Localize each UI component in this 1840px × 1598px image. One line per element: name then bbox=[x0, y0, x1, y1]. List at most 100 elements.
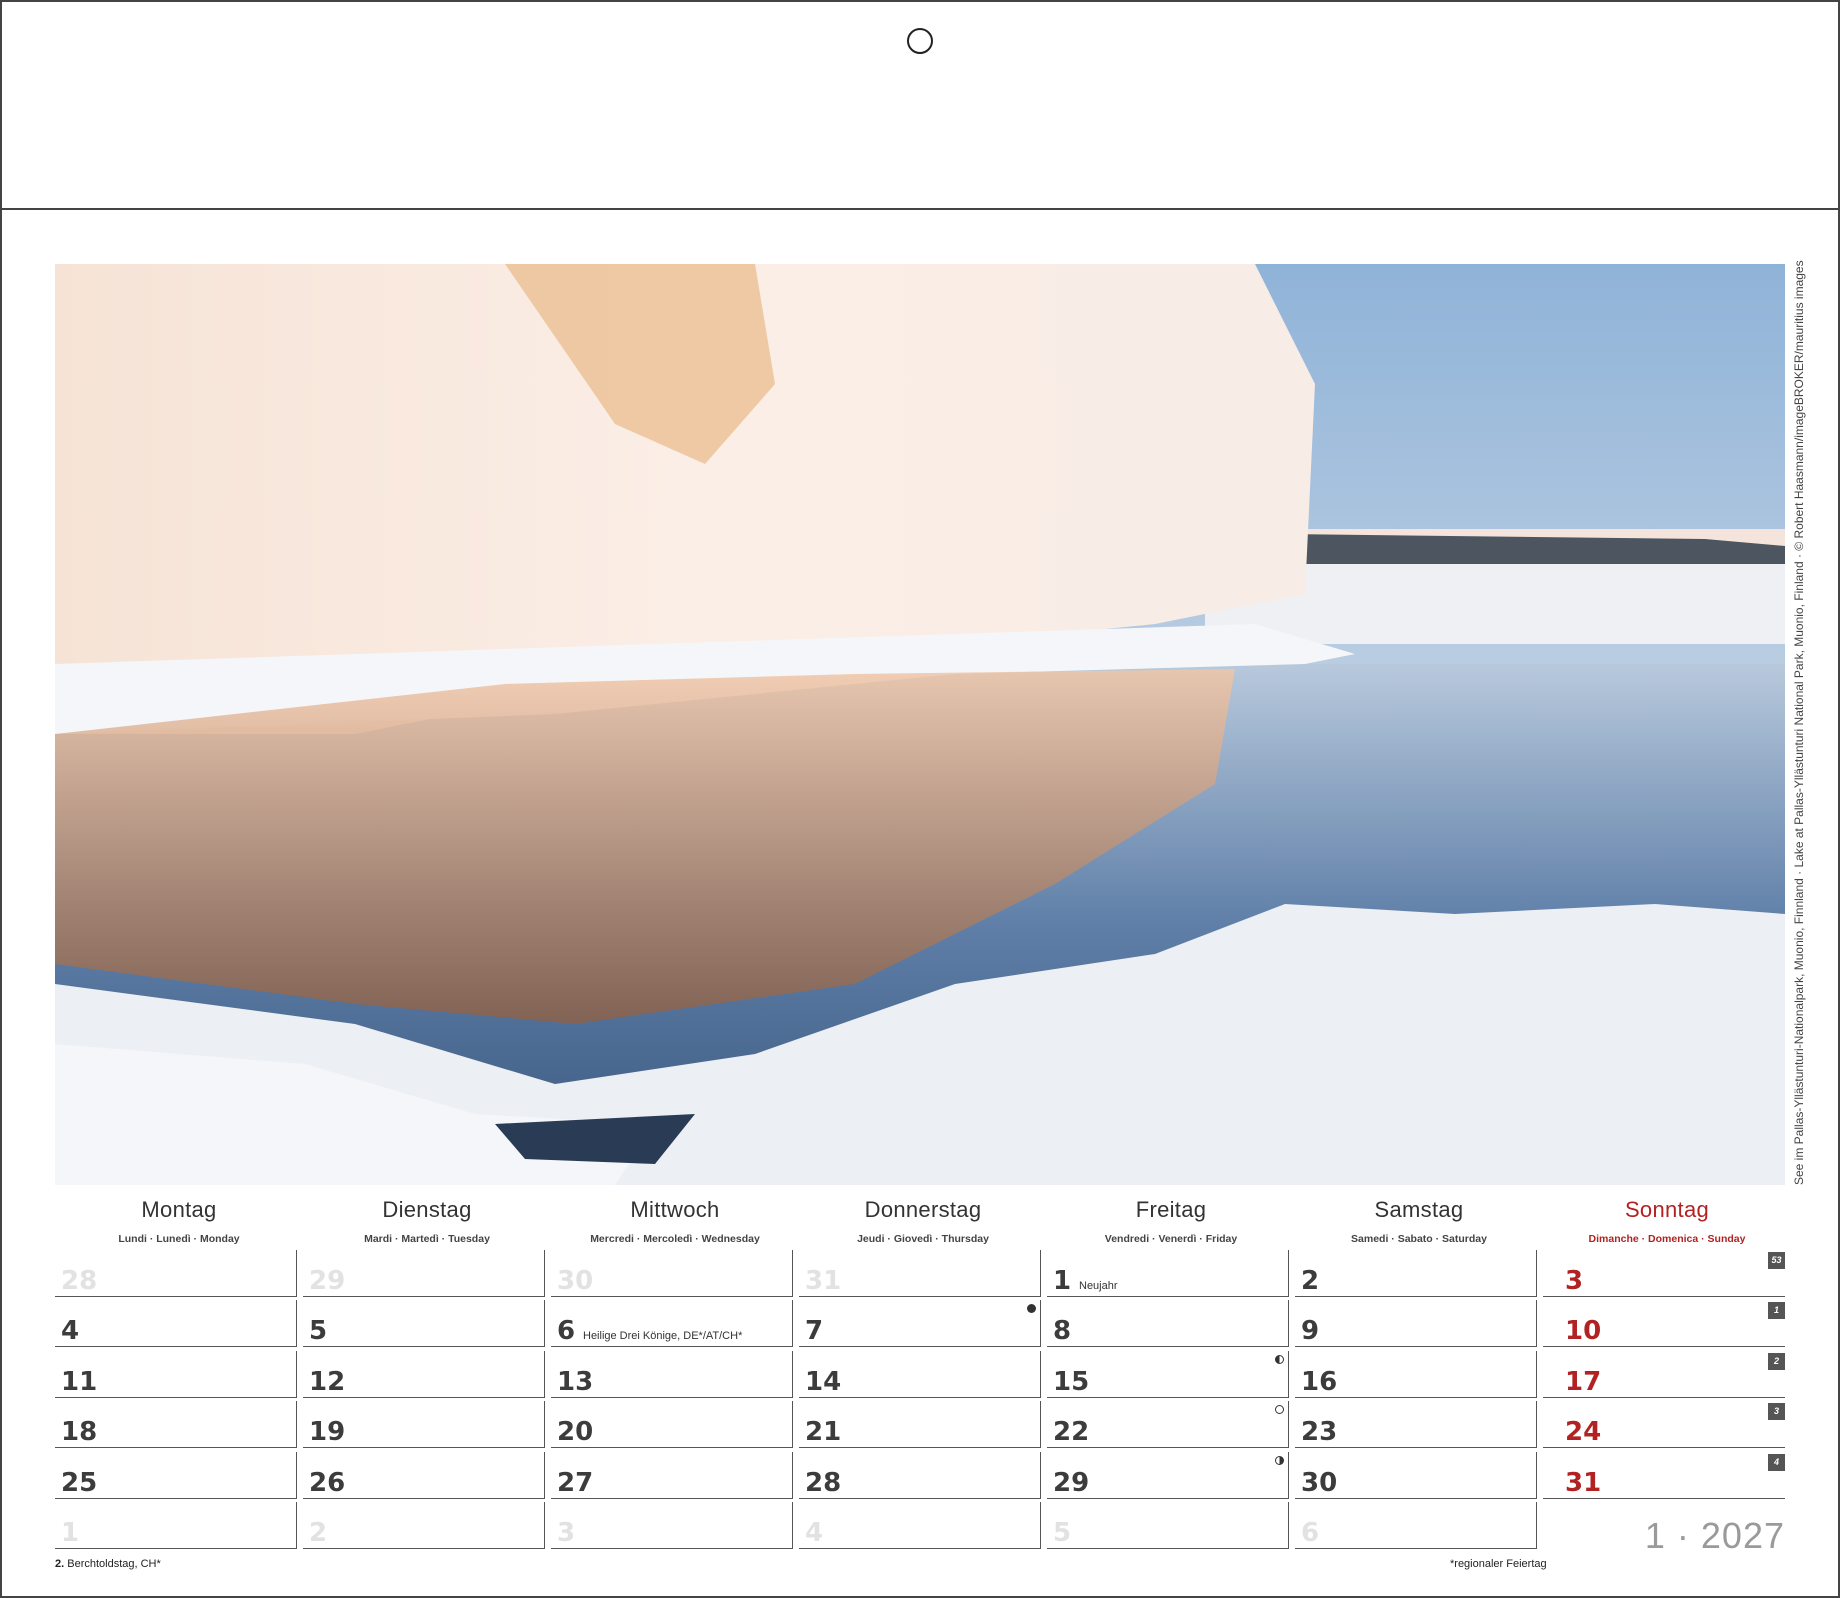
day-number: 31 bbox=[1565, 1468, 1602, 1498]
calendar-day-cell: 7 bbox=[799, 1300, 1041, 1347]
day-number: 9 bbox=[1301, 1316, 1320, 1346]
weekday-translation: Vendredi · Venerdì · Friday bbox=[1104, 1233, 1238, 1245]
month-year-label: 1 · 2027 bbox=[1644, 1515, 1785, 1556]
calendar-day-cell: 23 bbox=[1295, 1401, 1537, 1448]
day-number: 16 bbox=[1301, 1367, 1338, 1397]
day-number: 23 bbox=[1301, 1417, 1338, 1447]
calendar-day-cell: 31 bbox=[799, 1250, 1041, 1297]
weekday-name: Dienstag bbox=[382, 1197, 472, 1222]
calendar-day-cell: 28 bbox=[55, 1250, 297, 1297]
calendar-day-cell: 2 bbox=[303, 1502, 545, 1549]
day-number: 2 bbox=[309, 1518, 328, 1548]
weekday-header-montag: Montag Lundi · Lunedì · Monday bbox=[55, 1197, 303, 1245]
calendar-day-cell: 13 bbox=[551, 1351, 793, 1398]
calendar-day-cell: 18 bbox=[55, 1401, 297, 1448]
calendar-day-cell: 8 bbox=[1047, 1300, 1289, 1347]
footnote-day: 2. bbox=[55, 1558, 65, 1570]
day-number: 22 bbox=[1053, 1417, 1090, 1447]
calendar-day-cell: 5 bbox=[1047, 1502, 1289, 1549]
day-number: 3 bbox=[1565, 1266, 1584, 1296]
day-number: 1 bbox=[1053, 1266, 1072, 1296]
weekday-header-dienstag: Dienstag Mardi · Martedì · Tuesday bbox=[303, 1197, 551, 1245]
calendar-day-cell: 1 bbox=[55, 1502, 297, 1549]
week-number-badge: 4 bbox=[1768, 1454, 1785, 1471]
day-number: 4 bbox=[805, 1518, 824, 1548]
day-number: 24 bbox=[1565, 1417, 1602, 1447]
winter-lake-image bbox=[55, 264, 1785, 1185]
weekday-translation: Lundi · Lunedì · Monday bbox=[118, 1233, 240, 1245]
day-number: 28 bbox=[805, 1468, 842, 1498]
calendar-day-cell: 5 bbox=[303, 1300, 545, 1347]
moon-phase-icon bbox=[1275, 1405, 1284, 1414]
day-number: 8 bbox=[1053, 1316, 1072, 1346]
day-number: 2 bbox=[1301, 1266, 1320, 1296]
day-number: 11 bbox=[61, 1367, 98, 1397]
weekday-header-samstag: Samstag Samedi · Sabato · Saturday bbox=[1295, 1197, 1543, 1245]
weekday-header-donnerstag: Donnerstag Jeudi · Giovedì · Thursday bbox=[799, 1197, 1047, 1245]
day-number: 15 bbox=[1053, 1367, 1090, 1397]
calendar-day-cell: 30 bbox=[551, 1250, 793, 1297]
calendar-day-cell: 22 bbox=[1047, 1401, 1289, 1448]
calendar-day-cell: 27 bbox=[551, 1452, 793, 1499]
day-number: 12 bbox=[309, 1367, 346, 1397]
weekday-name: Mittwoch bbox=[630, 1197, 720, 1222]
moon-phase-icon bbox=[1275, 1355, 1284, 1364]
header-strip bbox=[0, 0, 1840, 210]
day-number: 5 bbox=[1053, 1518, 1072, 1548]
day-number: 13 bbox=[557, 1367, 594, 1397]
footnote-right: *regionaler Feiertag bbox=[1450, 1558, 1547, 1570]
calendar-day-cell: 29 bbox=[303, 1250, 545, 1297]
weekday-translation: Mardi · Martedì · Tuesday bbox=[364, 1233, 490, 1245]
calendar-day-cell: 15 bbox=[1047, 1351, 1289, 1398]
day-number: 29 bbox=[1053, 1468, 1090, 1498]
weekday-translation: Jeudi · Giovedì · Thursday bbox=[857, 1233, 989, 1245]
day-number: 20 bbox=[557, 1417, 594, 1447]
day-number: 10 bbox=[1565, 1316, 1602, 1346]
calendar-day-cell: 12 bbox=[303, 1351, 545, 1398]
weekday-header-mittwoch: Mittwoch Mercredi · Mercoledì · Wednesday bbox=[551, 1197, 799, 1245]
calendar-day-cell: 14 bbox=[799, 1351, 1041, 1398]
day-number: 19 bbox=[309, 1417, 346, 1447]
weekday-translation: Dimanche · Domenica · Sunday bbox=[1588, 1233, 1746, 1245]
weekday-name: Freitag bbox=[1135, 1197, 1207, 1222]
calendar-day-cell: 17 2 bbox=[1543, 1351, 1785, 1398]
day-number: 28 bbox=[61, 1266, 98, 1296]
footnote-text: Berchtoldstag, CH* bbox=[64, 1558, 161, 1570]
weekday-name: Donnerstag bbox=[864, 1197, 982, 1222]
weekday-translation: Samedi · Sabato · Saturday bbox=[1351, 1233, 1487, 1245]
day-number: 30 bbox=[1301, 1468, 1338, 1498]
calendar-day-cell: 9 bbox=[1295, 1300, 1537, 1347]
day-number: 3 bbox=[557, 1518, 576, 1548]
calendar-day-cell: 16 bbox=[1295, 1351, 1537, 1398]
calendar-day-cell: 3 bbox=[551, 1502, 793, 1549]
day-number: 1 bbox=[61, 1518, 80, 1548]
calendar-day-cell: 30 bbox=[1295, 1452, 1537, 1499]
calendar-day-cell: 6 bbox=[1295, 1502, 1537, 1549]
day-number: 4 bbox=[61, 1316, 80, 1346]
calendar-day-cell: 20 bbox=[551, 1401, 793, 1448]
moon-phase-icon bbox=[1027, 1304, 1036, 1313]
calendar-day-cell: 28 bbox=[799, 1452, 1041, 1499]
holiday-label: Heilige Drei Könige, DE*/AT/CH* bbox=[583, 1330, 743, 1342]
day-number: 18 bbox=[61, 1417, 98, 1447]
calendar-day-cell: 4 bbox=[55, 1300, 297, 1347]
photo-credit: See im Pallas-Yllästunturi-Nationalpark,… bbox=[1792, 260, 1806, 1185]
weekday-name: Samstag bbox=[1374, 1197, 1464, 1222]
moon-phase-icon bbox=[1275, 1456, 1284, 1465]
calendar-day-cell: 19 bbox=[303, 1401, 545, 1448]
day-number: 25 bbox=[61, 1468, 98, 1498]
week-number-badge: 3 bbox=[1768, 1403, 1785, 1420]
day-number: 30 bbox=[557, 1266, 594, 1296]
weekday-name: Montag bbox=[141, 1197, 217, 1222]
day-number: 26 bbox=[309, 1468, 346, 1498]
day-number: 17 bbox=[1565, 1367, 1602, 1397]
calendar-day-cell: 4 bbox=[799, 1502, 1041, 1549]
day-number: 7 bbox=[805, 1316, 824, 1346]
weekday-translation: Mercredi · Mercoledì · Wednesday bbox=[590, 1233, 760, 1245]
holiday-label: Neujahr bbox=[1079, 1280, 1118, 1292]
day-number: 6 bbox=[557, 1316, 576, 1346]
calendar-day-cell: 29 bbox=[1047, 1452, 1289, 1499]
weekday-header-sonntag: Sonntag Dimanche · Domenica · Sunday bbox=[1543, 1197, 1791, 1245]
week-number-badge: 2 bbox=[1768, 1353, 1785, 1370]
footnote-left: 2. Berchtoldstag, CH* bbox=[55, 1558, 161, 1570]
